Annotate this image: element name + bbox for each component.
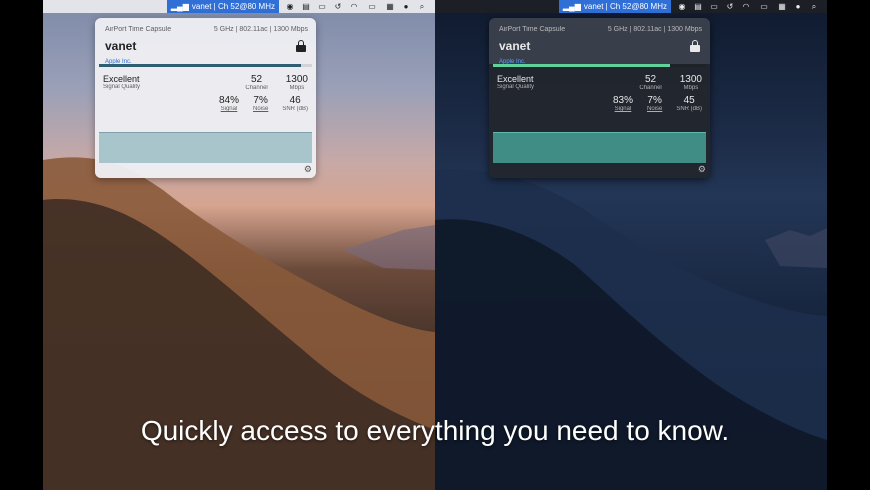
signal-quality-label: Signal Quality bbox=[103, 84, 141, 90]
menu-bar: ▂▄▆ vanet | Ch 52@80 MHz ◉ ▤ ▭ ↺ ◠ ▭ ▦ ●… bbox=[435, 0, 827, 13]
radio-info: 5 GHz | 802.11ac | 1300 Mbps bbox=[213, 26, 308, 33]
wifi-status-text: vanet | Ch 52@80 MHz bbox=[583, 2, 667, 11]
signal-value: 84% bbox=[218, 95, 239, 106]
lock-icon bbox=[690, 40, 700, 52]
flag-icon[interactable]: ▦ bbox=[777, 2, 787, 12]
airplay-icon[interactable]: ▭ bbox=[317, 2, 327, 12]
gear-icon[interactable]: ⚙ bbox=[304, 164, 312, 175]
rate-value: 1300 bbox=[679, 74, 702, 85]
rate-value: 1300 bbox=[285, 74, 308, 85]
wifi-popover-dark: AirPort Time Capsule 5 GHz | 802.11ac | … bbox=[489, 18, 710, 178]
wifi-status-menu[interactable]: ▂▄▆ vanet | Ch 52@80 MHz bbox=[166, 0, 279, 13]
device-name: AirPort Time Capsule bbox=[499, 26, 566, 33]
record-icon[interactable]: ◉ bbox=[285, 2, 295, 12]
noise-value: 7% bbox=[647, 95, 662, 106]
channel-label: Channel bbox=[245, 85, 268, 91]
signal-strength-bar bbox=[99, 64, 312, 67]
user-icon[interactable]: ● bbox=[401, 2, 411, 12]
ssid: vanet bbox=[499, 39, 531, 53]
signal-strength-bar bbox=[493, 64, 706, 67]
noise-label[interactable]: Noise bbox=[647, 106, 662, 112]
wifi-status-menu[interactable]: ▂▄▆ vanet | Ch 52@80 MHz bbox=[558, 0, 671, 13]
network-header: AirPort Time Capsule 5 GHz | 802.11ac | … bbox=[489, 18, 710, 65]
caption: Quickly access to everything you need to… bbox=[140, 415, 730, 446]
airplay-icon[interactable]: ▭ bbox=[709, 2, 719, 12]
snr-value: 45 bbox=[683, 95, 695, 106]
signal-strength-fill bbox=[493, 64, 670, 67]
wifi-icon[interactable]: ◠ bbox=[741, 2, 751, 12]
search-icon[interactable]: ⌕ bbox=[417, 2, 427, 12]
signal-value: 83% bbox=[612, 95, 633, 106]
battery-icon[interactable]: ▭ bbox=[757, 2, 771, 12]
ssid: vanet bbox=[105, 39, 137, 53]
noise-value: 7% bbox=[253, 95, 268, 106]
stats-row-1: Excellent Signal Quality 52 Channel 1300… bbox=[497, 74, 702, 91]
wifi-status-text: vanet | Ch 52@80 MHz bbox=[191, 2, 275, 11]
screenshot-stage: ▂▄▆ vanet | Ch 52@80 MHz ◉ ▤ ▭ ↺ ◠ ▭ ▦ ●… bbox=[43, 0, 827, 490]
device-name: AirPort Time Capsule bbox=[105, 26, 172, 33]
snr-label: SNR (dB) bbox=[676, 106, 702, 112]
time-machine-icon[interactable]: ↺ bbox=[725, 2, 735, 12]
battery-icon[interactable]: ▭ bbox=[365, 2, 379, 12]
wifi-bars-icon: ▂▄▆ bbox=[562, 2, 581, 11]
signal-quality-value: Excellent bbox=[497, 74, 534, 84]
channel-value: 52 bbox=[645, 74, 657, 85]
network-header: AirPort Time Capsule 5 GHz | 802.11ac | … bbox=[95, 18, 316, 65]
user-icon[interactable]: ● bbox=[793, 2, 803, 12]
time-machine-icon[interactable]: ↺ bbox=[333, 2, 343, 12]
stats-row-1: Excellent Signal Quality 52 Channel 1300… bbox=[103, 74, 308, 91]
search-icon[interactable]: ⌕ bbox=[809, 2, 819, 12]
signal-label[interactable]: Signal bbox=[219, 106, 239, 112]
stats-row-2: 83% Signal 7% Noise 45 SNR (dB) bbox=[497, 95, 702, 112]
signal-strength-fill bbox=[99, 64, 302, 67]
wifi-icon[interactable]: ◠ bbox=[349, 2, 359, 12]
radio-info: 5 GHz | 802.11ac | 1300 Mbps bbox=[607, 26, 702, 33]
lock-icon bbox=[296, 40, 306, 52]
noise-label[interactable]: Noise bbox=[253, 106, 268, 112]
wifi-popover-light: AirPort Time Capsule 5 GHz | 802.11ac | … bbox=[95, 18, 316, 178]
rate-label: Mbps bbox=[289, 85, 305, 91]
gear-icon[interactable]: ⚙ bbox=[698, 164, 706, 175]
record-icon[interactable]: ◉ bbox=[677, 2, 687, 12]
snr-value: 46 bbox=[289, 95, 301, 106]
channel-label: Channel bbox=[639, 85, 662, 91]
wifi-bars-icon: ▂▄▆ bbox=[170, 2, 189, 11]
signal-quality-label: Signal Quality bbox=[497, 84, 535, 90]
signal-quality-value: Excellent bbox=[103, 74, 140, 84]
menu-bar: ▂▄▆ vanet | Ch 52@80 MHz ◉ ▤ ▭ ↺ ◠ ▭ ▦ ●… bbox=[43, 0, 435, 13]
signal-label[interactable]: Signal bbox=[613, 106, 633, 112]
snr-label: SNR (dB) bbox=[282, 106, 308, 112]
signal-history-graph bbox=[493, 132, 706, 163]
clipboard-icon[interactable]: ▤ bbox=[301, 2, 311, 12]
clipboard-icon[interactable]: ▤ bbox=[693, 2, 703, 12]
signal-history-graph bbox=[99, 132, 312, 163]
flag-icon[interactable]: ▦ bbox=[385, 2, 395, 12]
channel-value: 52 bbox=[251, 74, 263, 85]
rate-label: Mbps bbox=[683, 85, 699, 91]
stats-row-2: 84% Signal 7% Noise 46 SNR (dB) bbox=[103, 95, 308, 112]
